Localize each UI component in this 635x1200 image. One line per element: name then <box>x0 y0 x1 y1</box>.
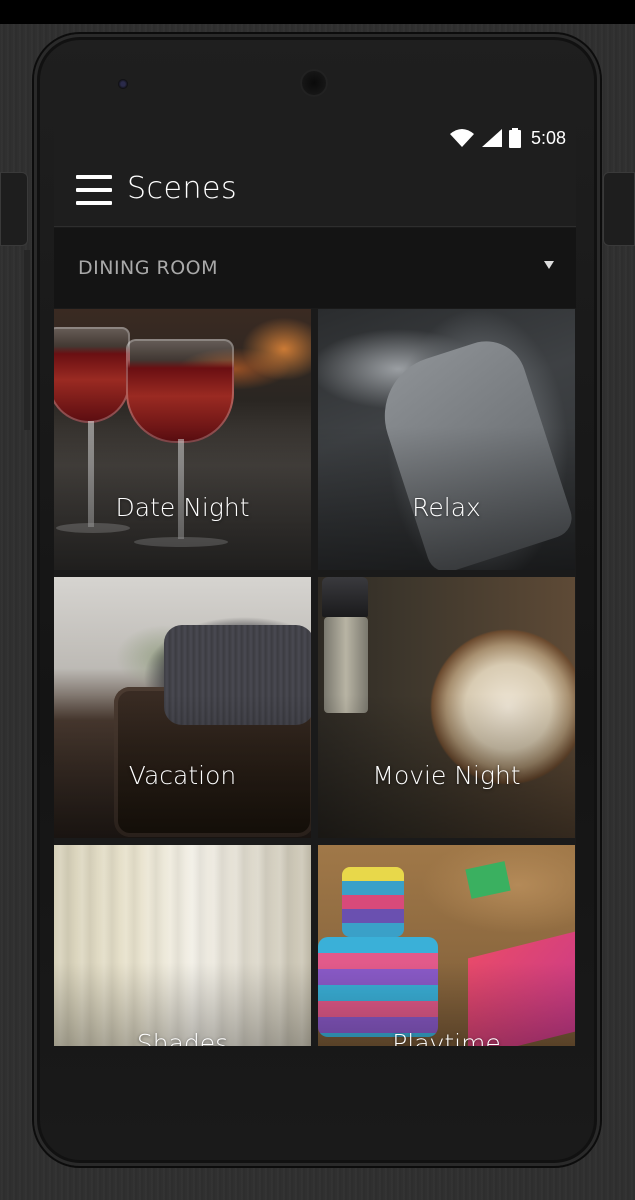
app-bar: Scenes <box>54 157 576 227</box>
dropdown-caret-icon <box>544 261 554 269</box>
status-time: 5:08 <box>530 127 566 148</box>
room-dropdown-label: DINING ROOM <box>78 257 219 279</box>
scene-label: Playtime <box>392 1029 501 1046</box>
page-title: Scenes <box>127 171 238 206</box>
scene-label: Movie Night <box>372 761 521 790</box>
scene-label: Shades <box>136 1029 229 1046</box>
left-side-button <box>0 172 28 246</box>
app-screen: 5:08 Scenes DINING ROOM Date Night Relax… <box>54 119 576 1046</box>
scene-tile-date-night[interactable]: Date Night <box>54 309 311 570</box>
wifi-icon <box>449 129 474 147</box>
scene-tile-relax[interactable]: Relax <box>318 309 575 570</box>
right-side-button <box>603 172 635 246</box>
scene-label: Vacation <box>128 761 237 790</box>
signal-icon <box>481 129 502 147</box>
scene-tile-playtime[interactable]: Playtime <box>318 845 575 1046</box>
battery-icon <box>508 128 521 148</box>
scene-label: Relax <box>412 493 481 522</box>
scene-label: Date Night <box>115 493 250 522</box>
status-icons: 5:08 <box>449 126 566 150</box>
scene-tile-movie-night[interactable]: Movie Night <box>318 577 575 838</box>
earpiece-speaker <box>300 69 328 97</box>
status-bar: 5:08 <box>54 119 576 157</box>
scene-tile-shades[interactable]: Shades <box>54 845 311 1046</box>
front-camera <box>118 79 128 89</box>
scene-tile-vacation[interactable]: Vacation <box>54 577 311 838</box>
hamburger-menu-icon[interactable] <box>76 173 114 209</box>
room-dropdown[interactable]: DINING ROOM <box>54 228 576 308</box>
volume-rocker <box>24 250 30 430</box>
